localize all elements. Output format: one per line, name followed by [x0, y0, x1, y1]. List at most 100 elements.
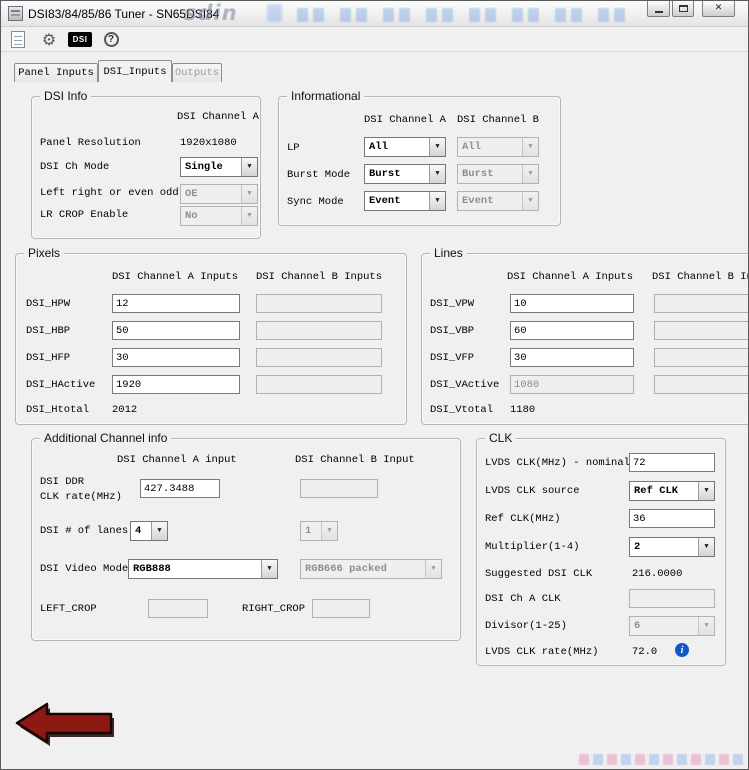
column-header-a: DSI Channel A	[364, 114, 446, 126]
chevron-down-icon: ▼	[698, 617, 714, 635]
vbp-a-input[interactable]	[510, 321, 634, 340]
suggested-clk-label: Suggested DSI CLK	[485, 568, 593, 580]
minimize-icon	[654, 10, 663, 13]
lvds-nominal-label: LVDS CLK(MHz) - nominal	[485, 457, 630, 469]
column-header-a: DSI Channel A Inputs	[112, 271, 239, 283]
hbp-a-input[interactable]	[112, 321, 240, 340]
chevron-down-icon: ▼	[522, 138, 538, 156]
chevron-down-icon: ▼	[241, 185, 257, 203]
watermark-mark	[267, 4, 282, 22]
vfp-a-input[interactable]	[510, 348, 634, 367]
report-button[interactable]	[6, 29, 30, 51]
vpw-a-input[interactable]	[510, 294, 634, 313]
group-title: Pixels	[24, 246, 65, 260]
group-pixels: Pixels DSI Channel A Inputs DSI Channel …	[15, 246, 407, 425]
close-button[interactable]: ✕	[702, 1, 735, 17]
divisor-label: Divisor(1-25)	[485, 620, 567, 632]
hfp-b-input	[256, 348, 382, 367]
group-clk: CLK LVDS CLK(MHz) - nominal LVDS CLK sou…	[476, 431, 726, 666]
lp-a-select[interactable]: All ▼	[364, 137, 446, 157]
chevron-down-icon: ▼	[151, 522, 167, 540]
info-icon[interactable]: i	[675, 643, 689, 657]
video-mode-b-select: RGB666 packed ▼	[300, 559, 442, 579]
chevron-down-icon: ▼	[241, 207, 257, 225]
panel-resolution-value: 1920x1080	[180, 137, 237, 149]
chevron-down-icon: ▼	[522, 165, 538, 183]
combo-value: 4	[135, 525, 142, 537]
hpw-b-input	[256, 294, 382, 313]
combo-value: 6	[634, 620, 641, 632]
combo-value: No	[185, 210, 198, 222]
maximize-icon	[678, 5, 688, 12]
tab-label: Outputs	[174, 67, 220, 79]
right-crop-input	[312, 599, 370, 618]
hactive-a-input[interactable]	[112, 375, 240, 394]
lanes-a-select[interactable]: 4 ▼	[130, 521, 168, 541]
refclk-input[interactable]	[629, 509, 715, 528]
chevron-down-icon: ▼	[321, 522, 337, 540]
lvds-clk-source-select[interactable]: Ref CLK ▼	[629, 481, 715, 501]
gear-icon: ⚙	[41, 29, 57, 49]
video-mode-a-select[interactable]: RGB888 ▼	[128, 559, 278, 579]
hbp-label: DSI_HBP	[26, 325, 71, 337]
app-window: DSI83/84/85/86 Tuner - SN65DSI84 sdin ✕ …	[0, 0, 749, 770]
divisor-select: 6 ▼	[629, 616, 715, 636]
htotal-label: DSI_Htotal	[26, 404, 90, 416]
vfp-b-input	[654, 348, 748, 367]
hpw-a-input[interactable]	[112, 294, 240, 313]
report-icon	[11, 31, 25, 48]
burst-b-select: Burst ▼	[457, 164, 539, 184]
help-button[interactable]: ?	[99, 29, 123, 51]
tab-dsi-inputs[interactable]: DSI_Inputs	[98, 60, 172, 82]
tab-panel-inputs[interactable]: Panel Inputs	[14, 63, 98, 82]
ch-mode-select[interactable]: Single ▼	[180, 157, 258, 177]
help-icon: ?	[103, 32, 119, 47]
combo-value: All	[462, 141, 481, 153]
ddr-clk-label-line1: DSI DDR	[40, 476, 85, 488]
combo-value: Single	[185, 161, 223, 173]
left-crop-label: LEFT_CROP	[40, 603, 97, 615]
watermark-marks	[297, 8, 641, 22]
left-crop-input	[148, 599, 208, 618]
titlebar[interactable]: DSI83/84/85/86 Tuner - SN65DSI84 sdin ✕	[1, 1, 748, 27]
dsi-badge-icon: DSI	[68, 32, 92, 47]
dsi-mode-button[interactable]: DSI	[68, 29, 92, 51]
group-title: Lines	[430, 246, 467, 260]
minimize-button[interactable]	[647, 1, 670, 17]
hfp-a-input[interactable]	[112, 348, 240, 367]
settings-button[interactable]: ⚙	[37, 29, 61, 51]
hpw-label: DSI_HPW	[26, 298, 71, 310]
burst-mode-label: Burst Mode	[287, 169, 351, 181]
group-dsi-info: DSI Info DSI Channel A Panel Resolution …	[31, 89, 261, 239]
lvds-nominal-input[interactable]	[629, 453, 715, 472]
column-header-b: DSI Channel B Inputs	[256, 271, 383, 283]
multiplier-select[interactable]: 2 ▼	[629, 537, 715, 557]
dsi-cha-clk-input	[629, 589, 715, 608]
combo-value: 1	[305, 525, 312, 537]
combo-value: Ref CLK	[634, 485, 679, 497]
ch-mode-label: DSI Ch Mode	[40, 161, 110, 173]
sync-a-select[interactable]: Event ▼	[364, 191, 446, 211]
close-icon: ✕	[714, 3, 723, 13]
vtotal-label: DSI_Vtotal	[430, 404, 494, 416]
tab-label: DSI_Inputs	[103, 65, 167, 78]
chevron-down-icon: ▼	[429, 165, 445, 183]
hfp-label: DSI_HFP	[26, 352, 71, 364]
maximize-button[interactable]	[672, 1, 694, 17]
sync-mode-label: Sync Mode	[287, 196, 344, 208]
ddr-clk-a-input[interactable]	[140, 479, 220, 498]
vpw-label: DSI_VPW	[430, 298, 475, 310]
burst-a-select[interactable]: Burst ▼	[364, 164, 446, 184]
group-title: CLK	[485, 431, 517, 445]
combo-value: OE	[185, 188, 198, 200]
lanes-label: DSI # of lanes	[40, 525, 129, 537]
chevron-down-icon: ▼	[241, 158, 257, 176]
chevron-down-icon: ▼	[261, 560, 277, 578]
lr-oe-select: OE ▼	[180, 184, 258, 204]
combo-value: Event	[369, 195, 401, 207]
hbp-b-input	[256, 321, 382, 340]
lvds-source-label: LVDS CLK source	[485, 485, 580, 497]
sync-b-select: Event ▼	[457, 191, 539, 211]
vbp-b-input	[654, 321, 748, 340]
lr-oe-label: Left right or even odd	[40, 187, 179, 199]
